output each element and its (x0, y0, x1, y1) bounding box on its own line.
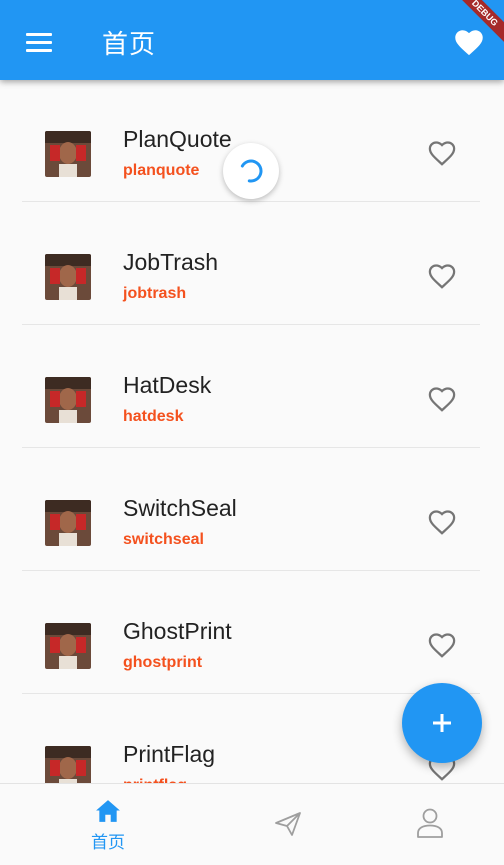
item-name: SwitchSeal (123, 495, 237, 521)
avatar (45, 500, 91, 546)
divider (22, 570, 480, 571)
item-name: GhostPrint (123, 618, 232, 644)
item-code: switchseal (123, 531, 204, 548)
page-title: 首页 (102, 30, 157, 60)
menu-icon[interactable] (26, 33, 52, 53)
list-item[interactable]: SwitchSeal switchseal (22, 449, 480, 571)
bottom-navigation: 首页 (0, 783, 504, 865)
list-item[interactable]: GhostPrint ghostprint (22, 572, 480, 694)
avatar (45, 254, 91, 300)
plus-icon (433, 714, 451, 732)
avatar (45, 377, 91, 423)
avatar (45, 746, 91, 783)
heart-outline-icon[interactable] (427, 385, 457, 413)
item-name: HatDesk (123, 372, 212, 398)
add-button[interactable] (402, 683, 482, 763)
heart-outline-icon[interactable] (427, 631, 457, 659)
item-code: ghostprint (123, 654, 203, 671)
item-name: PrintFlag (123, 741, 216, 767)
heart-outline-icon[interactable] (427, 262, 457, 290)
heart-outline-icon[interactable] (427, 508, 457, 536)
item-name: PlanQuote (123, 126, 232, 152)
heart-filled-icon[interactable] (454, 28, 484, 56)
heart-outline-icon[interactable] (427, 139, 457, 167)
divider (22, 324, 480, 325)
list-item[interactable]: HatDesk hatdesk (22, 326, 480, 448)
nav-item-profile[interactable] (346, 784, 504, 865)
person-icon (417, 808, 443, 838)
avatar (45, 623, 91, 669)
loading-spinner (223, 143, 279, 199)
item-code: hatdesk (123, 408, 184, 425)
divider (22, 447, 480, 448)
list-item[interactable]: JobTrash jobtrash (22, 203, 480, 325)
send-icon (275, 812, 301, 836)
item-name: JobTrash (123, 249, 219, 275)
item-code: jobtrash (123, 285, 187, 302)
home-icon (96, 800, 120, 822)
nav-item-home[interactable]: 首页 (24, 784, 192, 865)
item-code: planquote (123, 162, 200, 179)
app-bar: 首页 (0, 0, 504, 80)
avatar (45, 131, 91, 177)
nav-label-home: 首页 (91, 833, 125, 853)
divider (22, 201, 480, 202)
